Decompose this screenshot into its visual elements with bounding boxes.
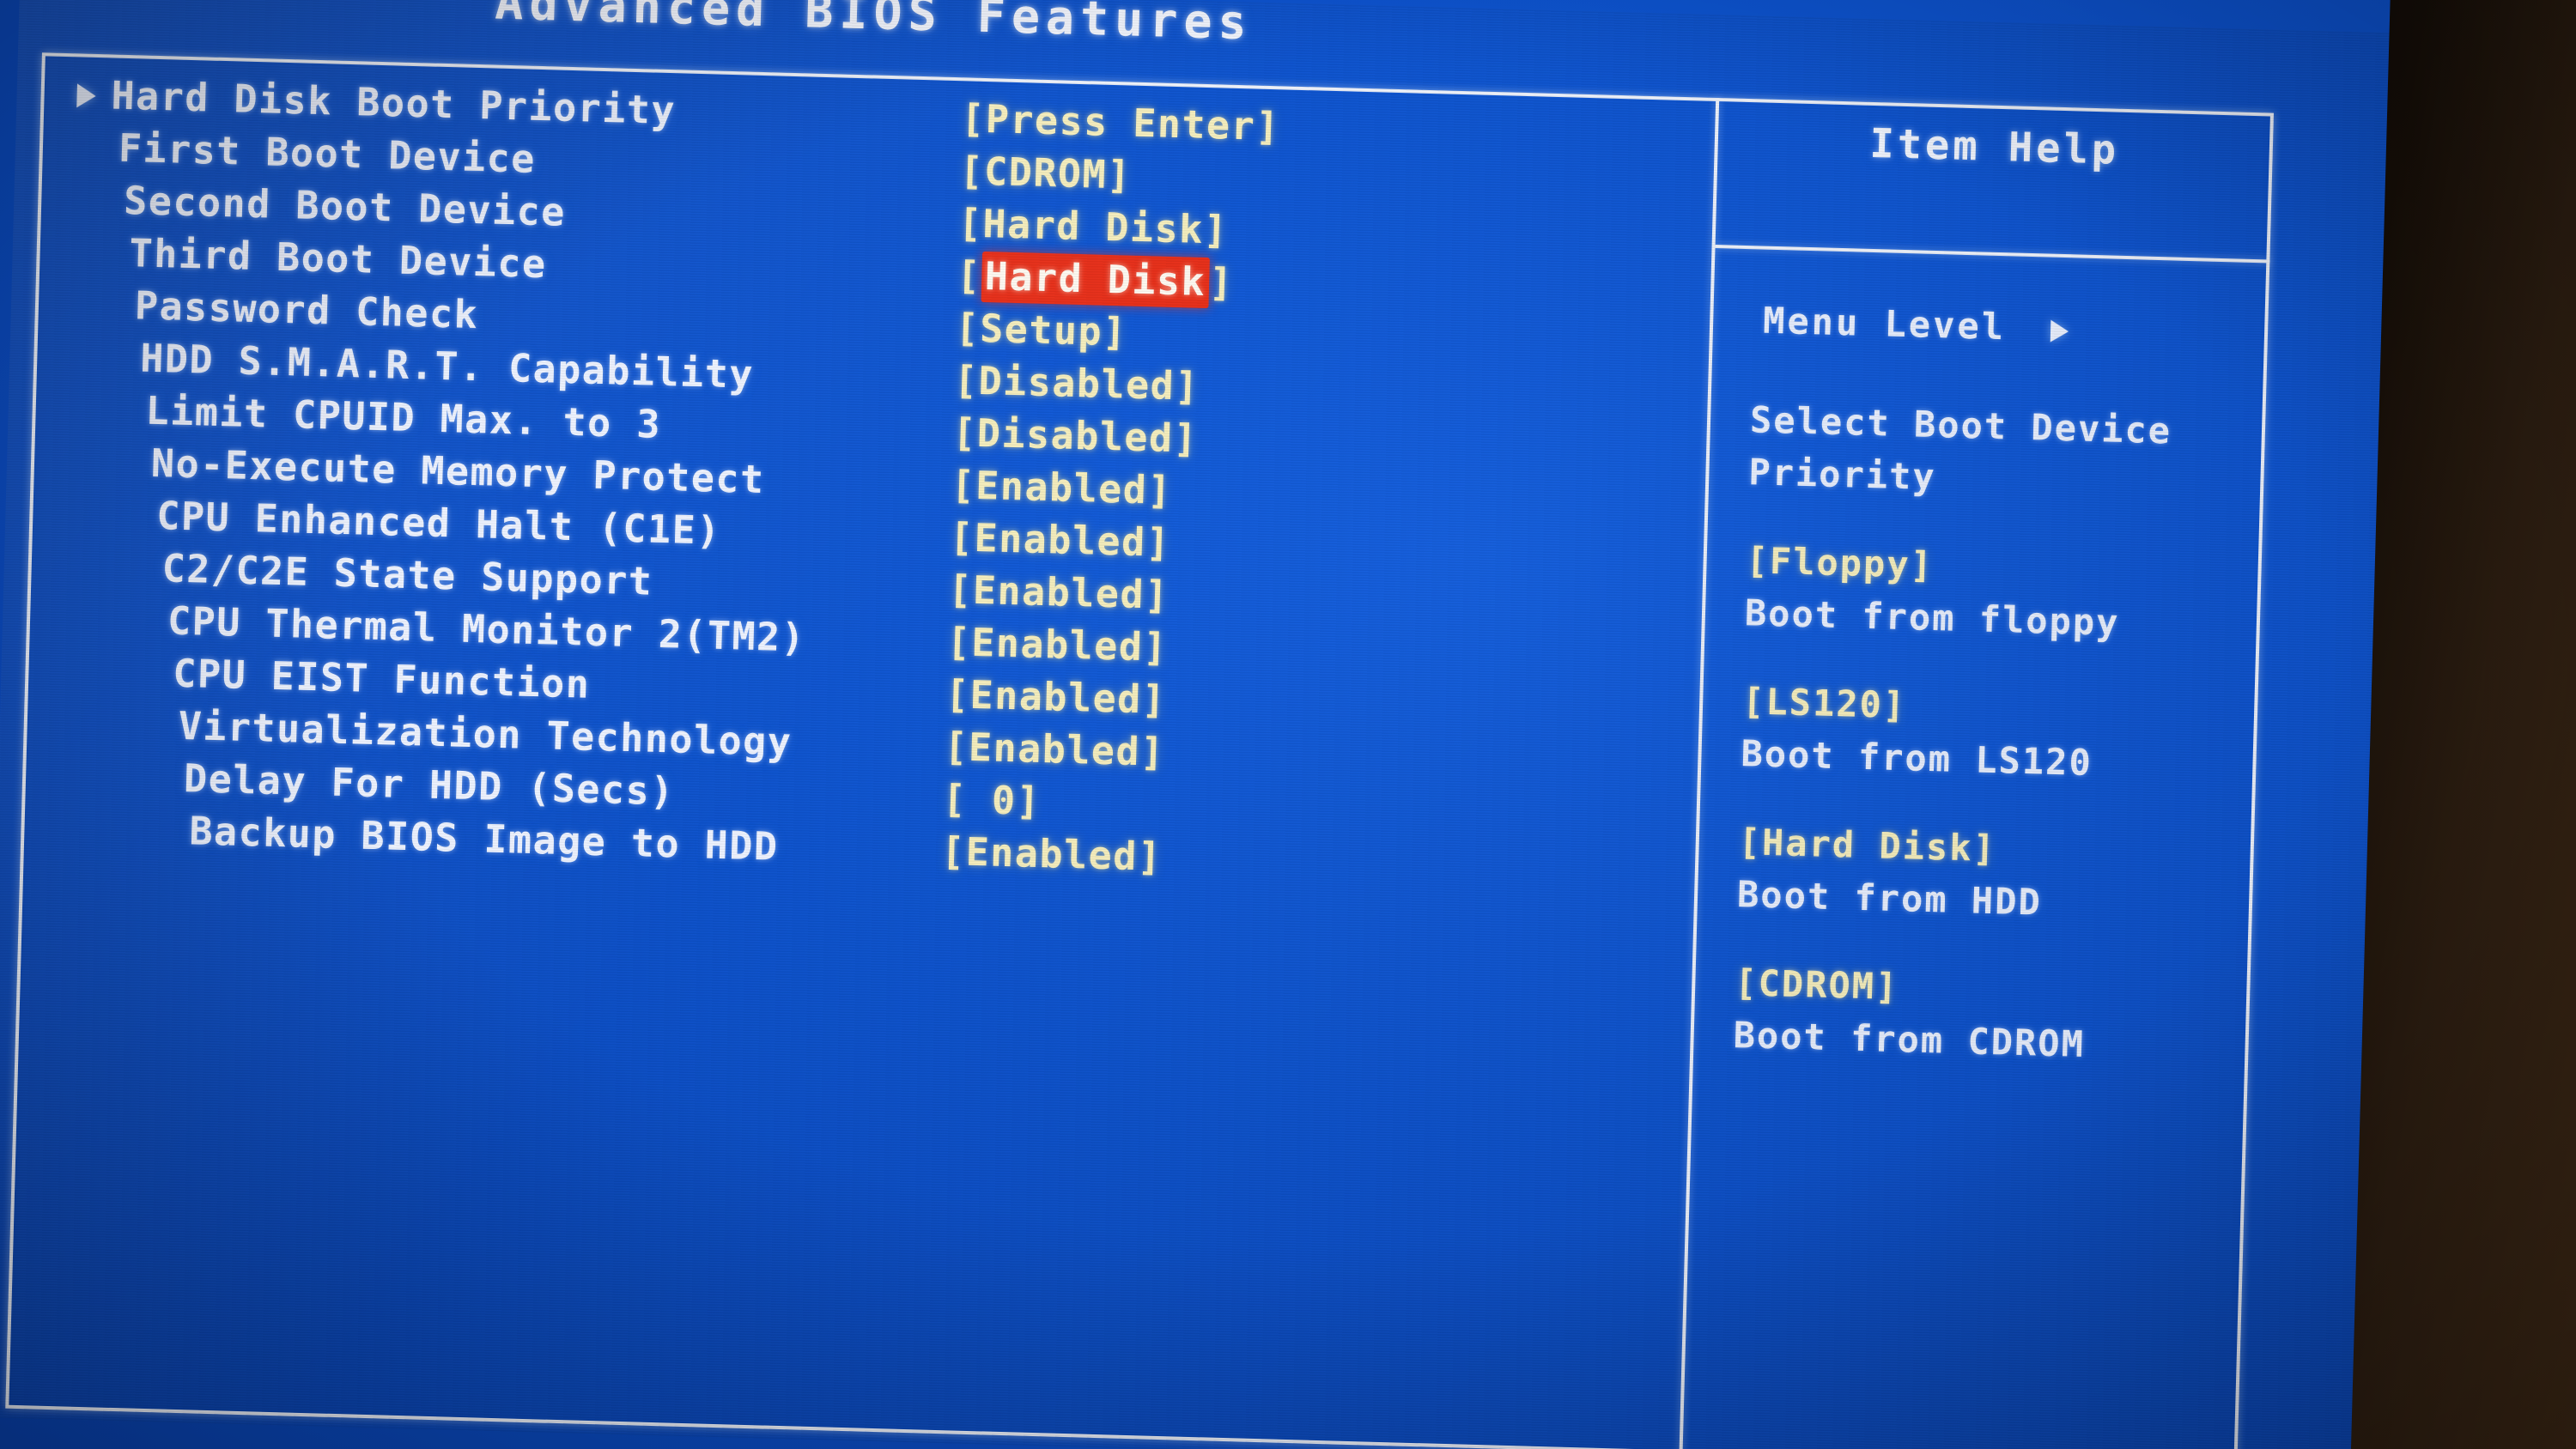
- page-title: Advanced BIOS Features: [494, 0, 1254, 51]
- setting-value[interactable]: [Enabled]: [946, 619, 1169, 670]
- setting-value[interactable]: [Setup]: [955, 305, 1128, 355]
- item-help-body: Select Boot Device Priority [Floppy] Boot f…: [1733, 393, 2283, 1075]
- setting-value[interactable]: [Enabled]: [951, 462, 1173, 513]
- submenu-arrow-icon: [76, 83, 96, 108]
- setting-value[interactable]: [Enabled]: [948, 567, 1170, 618]
- monitor-screen: Advanced BIOS Features Hard Disk Boot Pr…: [0, 0, 2391, 1449]
- menu-level-label: Menu Level: [1762, 299, 2007, 349]
- setting-value[interactable]: [Hard Disk]: [957, 251, 1234, 309]
- selected-value-highlight[interactable]: Hard Disk: [981, 251, 1210, 309]
- setting-label: Password Check: [134, 282, 479, 338]
- menu-level-arrow-icon: [2050, 319, 2069, 343]
- bios-screenshot-photo: Advanced BIOS Features Hard Disk Boot Pr…: [0, 0, 2576, 1449]
- setting-value[interactable]: [Hard Disk]: [957, 200, 1229, 252]
- setting-value[interactable]: [Enabled]: [949, 514, 1171, 566]
- bios-settings-list: Hard Disk Boot Priority [Press Enter] Firs…: [57, 71, 1692, 900]
- setting-value[interactable]: [CDROM]: [959, 148, 1133, 197]
- setting-value[interactable]: [Enabled]: [940, 828, 1163, 880]
- setting-value[interactable]: [Enabled]: [945, 671, 1167, 723]
- setting-value[interactable]: [Press Enter]: [961, 95, 1281, 149]
- menu-level-row: Menu Level: [1763, 300, 2069, 350]
- setting-value[interactable]: [Disabled]: [953, 357, 1200, 409]
- setting-value[interactable]: [ 0]: [942, 776, 1042, 824]
- setting-value[interactable]: [Disabled]: [952, 409, 1199, 462]
- setting-value[interactable]: [Enabled]: [944, 724, 1166, 775]
